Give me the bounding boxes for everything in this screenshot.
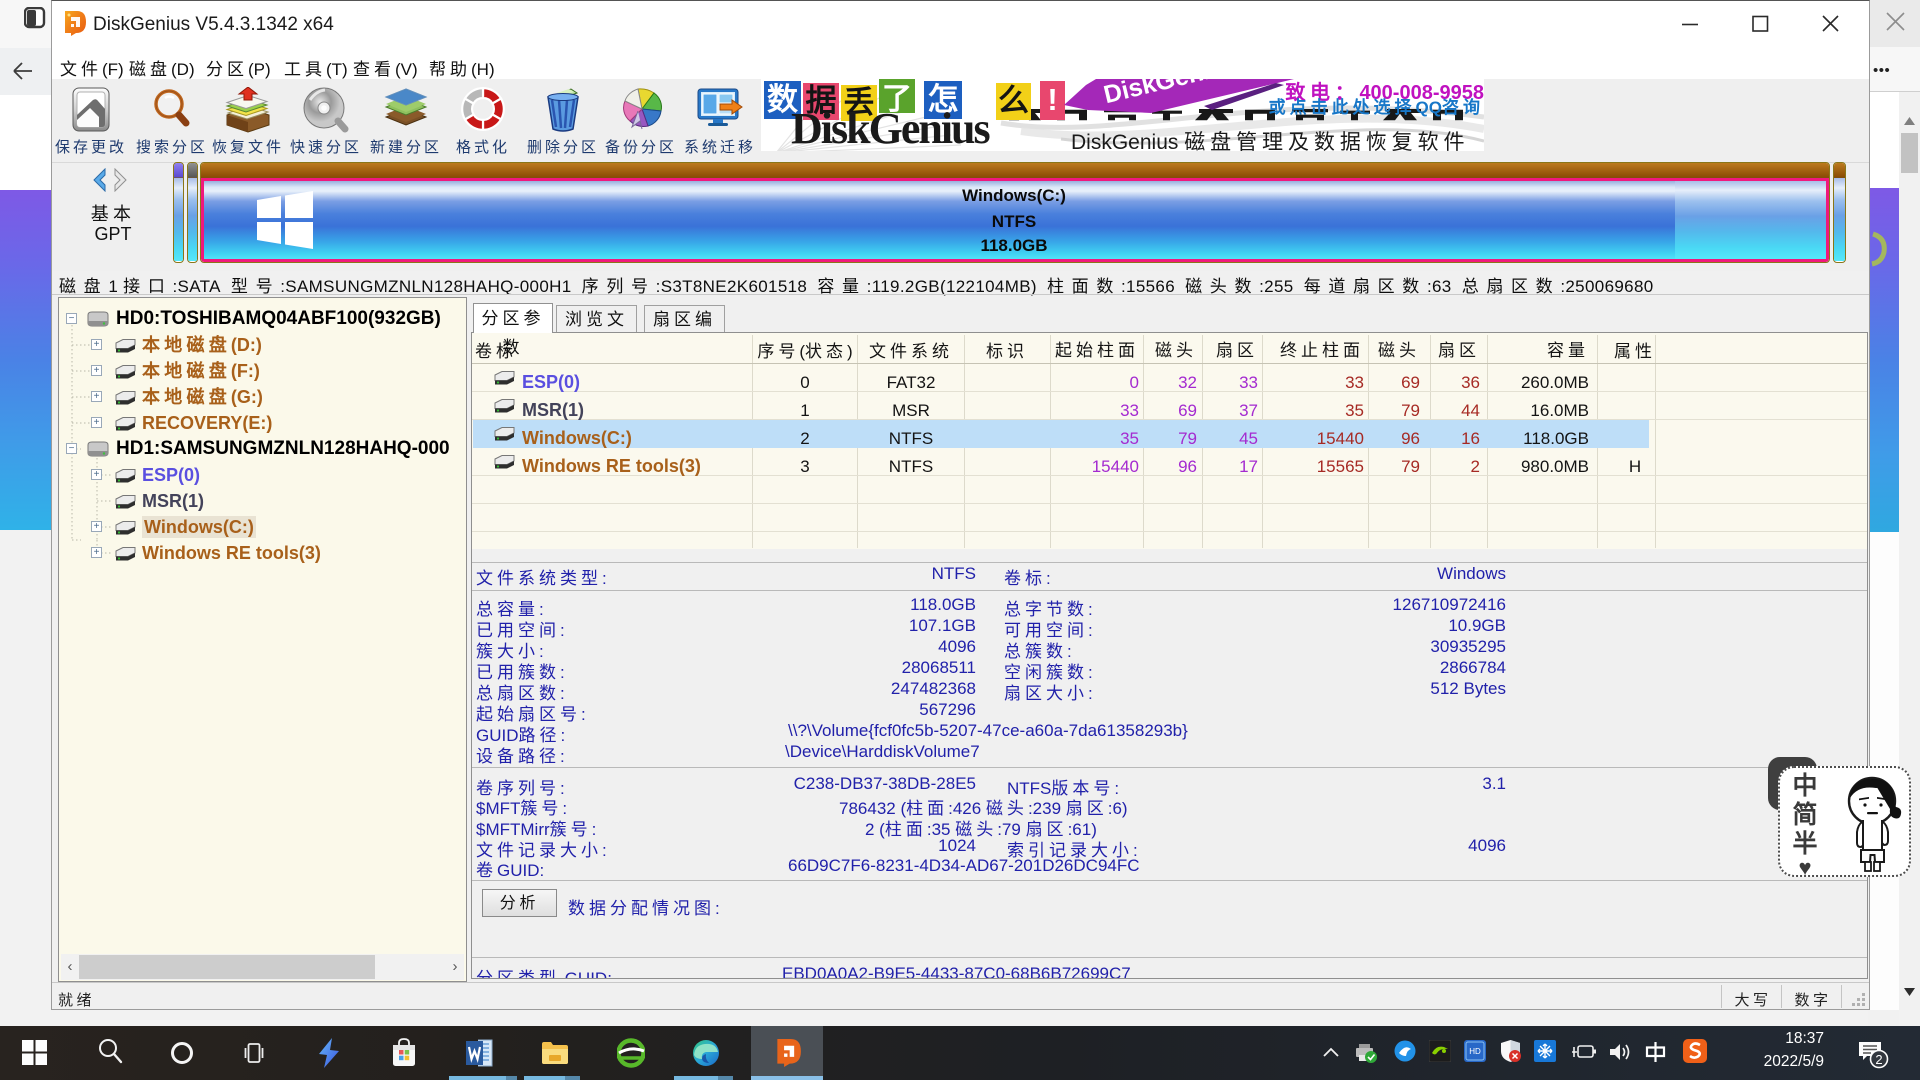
svg-text:HD: HD [1469, 1047, 1481, 1056]
svg-text:2: 2 [1875, 1052, 1882, 1067]
